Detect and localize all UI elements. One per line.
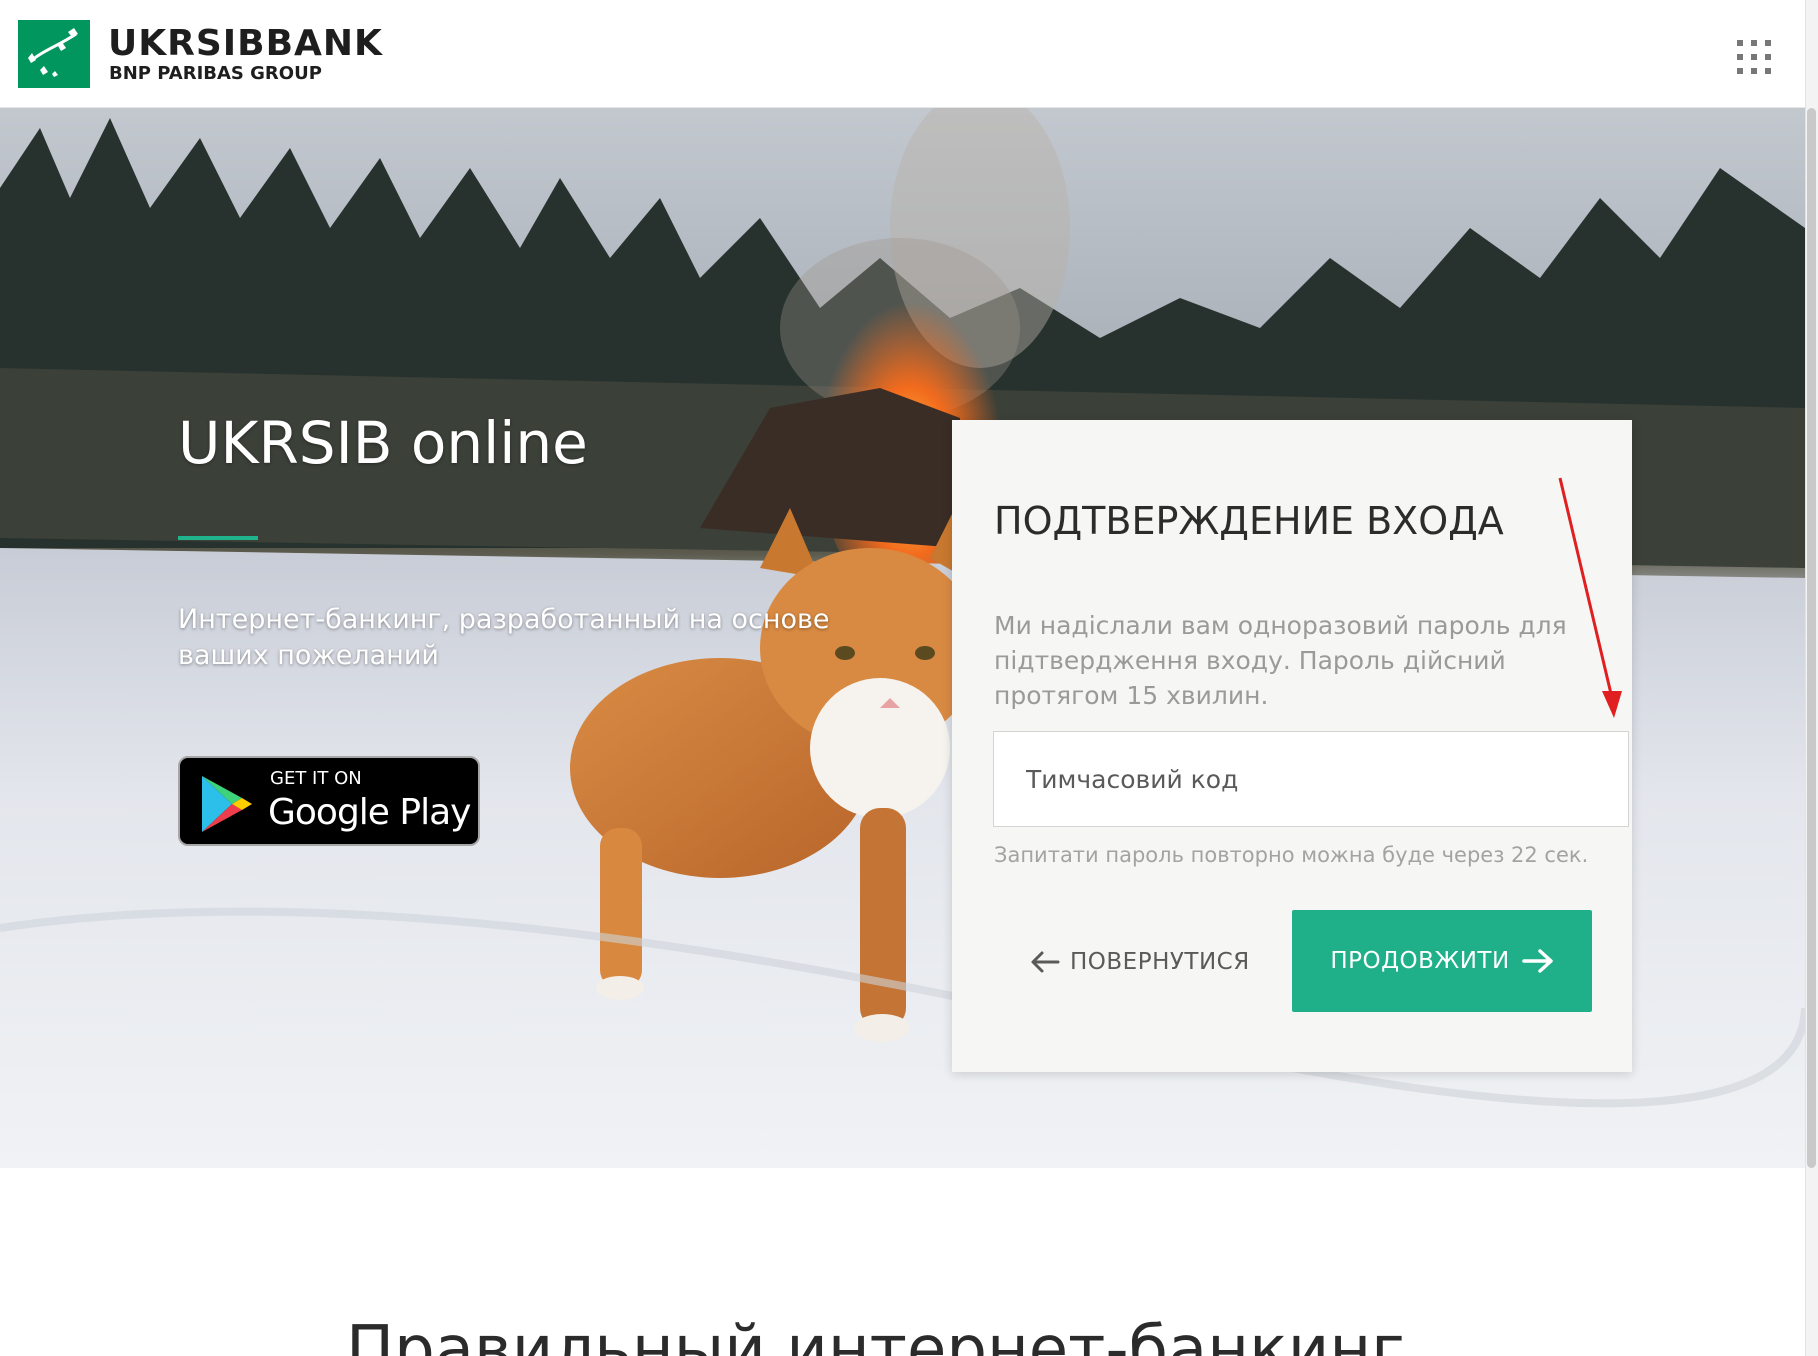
arrow-right-icon	[1521, 949, 1553, 973]
hero-banner: UKRSIB online Интернет-банкинг, разработ…	[0, 108, 1805, 1168]
brand-name[interactable]: UKRSIBBANK	[108, 24, 383, 64]
back-button-label: ПОВЕРНУТИСЯ	[1070, 949, 1250, 975]
continue-button-label: ПРОДОВЖИТИ	[1330, 948, 1510, 974]
google-play-badge[interactable]: GET IT ON Google Play	[178, 756, 480, 846]
brand-subtitle: BNP PARIBAS GROUP	[109, 63, 322, 84]
google-play-icon	[202, 776, 252, 832]
temporary-code-input[interactable]	[993, 731, 1629, 827]
section-title: Правильный интернет-банкинг	[346, 1313, 1405, 1356]
card-title: ПОДТВЕРЖДЕНИЕ ВХОДА	[994, 499, 1504, 543]
card-description: Ми надіслали вам одноразовий пароль для …	[994, 611, 1567, 710]
page: UKRSIBBANK BNP PARIBAS GROUP UKRSIB onli…	[0, 0, 1818, 1356]
site-header: UKRSIBBANK BNP PARIBAS GROUP	[0, 0, 1818, 108]
bank-logo-icon[interactable]	[18, 20, 90, 88]
back-button[interactable]: ПОВЕРНУТИСЯ	[1030, 942, 1250, 982]
google-play-small-text: GET IT ON	[270, 768, 362, 789]
hero-subtitle: Интернет-банкинг, разработанный на основ…	[178, 604, 830, 671]
continue-button[interactable]: ПРОДОВЖИТИ	[1292, 910, 1592, 1012]
grid-apps-icon[interactable]	[1737, 40, 1771, 74]
resend-notice: Запитати пароль повторно можна буде чере…	[994, 843, 1589, 867]
hero-title: UKRSIB online	[178, 409, 588, 477]
google-play-big-text: Google Play	[268, 792, 471, 833]
arrow-left-icon	[1031, 951, 1060, 973]
scrollbar-thumb[interactable]	[1807, 108, 1816, 1168]
login-confirmation-card: ПОДТВЕРЖДЕНИЕ ВХОДА Ми надіслали вам одн…	[952, 420, 1632, 1072]
hero-divider	[178, 536, 258, 540]
